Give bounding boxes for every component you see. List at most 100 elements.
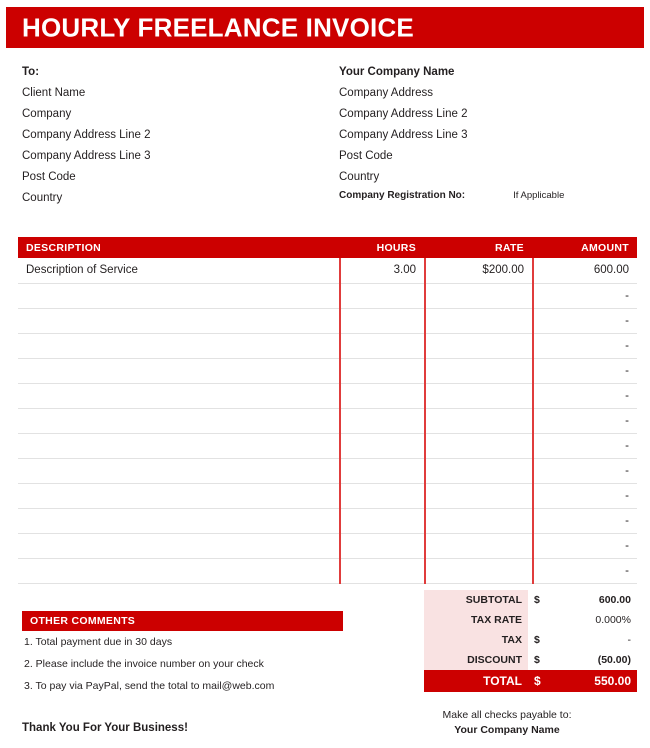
- bill-to-line: Client Name: [22, 87, 86, 99]
- tax-rate-label: TAX RATE: [424, 610, 528, 630]
- cell-hours[interactable]: [339, 358, 425, 384]
- tax-value: -: [554, 630, 637, 650]
- cell-description[interactable]: [18, 483, 340, 509]
- table-row[interactable]: -: [18, 358, 637, 384]
- cell-rate[interactable]: $200.00: [424, 258, 533, 284]
- comment-line: 3. To pay via PayPal, send the total to …: [24, 680, 275, 692]
- cell-rate[interactable]: [424, 483, 533, 509]
- company-registration-value: If Applicable: [513, 190, 565, 201]
- tax-rate-currency: [528, 610, 554, 630]
- comment-line: 1. Total payment due in 30 days: [24, 636, 173, 648]
- cell-rate[interactable]: [424, 383, 533, 409]
- cell-rate[interactable]: [424, 408, 533, 434]
- bill-to-line: Post Code: [22, 171, 76, 183]
- other-comments-section: OTHER COMMENTS 1. Total payment due in 3…: [22, 611, 343, 697]
- table-row[interactable]: -: [18, 333, 637, 359]
- cell-amount[interactable]: -: [532, 308, 637, 334]
- cell-amount[interactable]: -: [532, 408, 637, 434]
- total-currency: $: [528, 670, 554, 692]
- cell-rate[interactable]: [424, 283, 533, 309]
- cell-amount[interactable]: -: [532, 333, 637, 359]
- tax-label: TAX: [424, 630, 528, 650]
- comment-line: 2. Please include the invoice number on …: [24, 658, 264, 670]
- cell-amount[interactable]: -: [532, 433, 637, 459]
- cell-hours[interactable]: 3.00: [339, 258, 425, 284]
- cell-rate[interactable]: [424, 358, 533, 384]
- cell-rate[interactable]: [424, 558, 533, 584]
- table-row[interactable]: -: [18, 458, 637, 484]
- cell-hours[interactable]: [339, 408, 425, 434]
- cell-rate[interactable]: [424, 533, 533, 559]
- cell-amount[interactable]: -: [532, 533, 637, 559]
- column-header-hours: HOURS: [339, 237, 425, 258]
- cell-hours[interactable]: [339, 458, 425, 484]
- subtotal-currency: $: [528, 590, 554, 610]
- bill-to-line: Company Address Line 2: [22, 129, 151, 141]
- cell-amount[interactable]: -: [532, 383, 637, 409]
- table-row[interactable]: -: [18, 558, 637, 584]
- totals-row-tax: TAX $ -: [424, 630, 637, 650]
- column-header-amount: AMOUNT: [532, 237, 637, 258]
- table-row[interactable]: -: [18, 508, 637, 534]
- cell-hours[interactable]: [339, 508, 425, 534]
- cell-description[interactable]: Description of Service: [18, 258, 340, 284]
- bill-to-line: Country: [22, 192, 63, 204]
- subtotal-label: SUBTOTAL: [424, 590, 528, 610]
- totals-row-subtotal: SUBTOTAL $ 600.00: [424, 590, 637, 610]
- totals-table: SUBTOTAL $ 600.00 TAX RATE 0.000% TAX $ …: [424, 590, 637, 692]
- invoice-items-table: DESCRIPTION HOURS RATE AMOUNT Descriptio…: [18, 237, 637, 584]
- cell-hours[interactable]: [339, 283, 425, 309]
- cell-hours[interactable]: [339, 308, 425, 334]
- cell-hours[interactable]: [339, 383, 425, 409]
- cell-rate[interactable]: [424, 333, 533, 359]
- column-header-rate: RATE: [424, 237, 533, 258]
- cell-amount[interactable]: -: [532, 358, 637, 384]
- cell-description[interactable]: [18, 408, 340, 434]
- thank-you-message: Thank You For Your Business!: [22, 722, 188, 734]
- cell-description[interactable]: [18, 358, 340, 384]
- company-address-line: Company Address Line 3: [339, 129, 468, 141]
- table-row[interactable]: -: [18, 283, 637, 309]
- cell-description[interactable]: [18, 508, 340, 534]
- cell-hours[interactable]: [339, 433, 425, 459]
- cell-hours[interactable]: [339, 483, 425, 509]
- table-row[interactable]: -: [18, 408, 637, 434]
- cell-hours[interactable]: [339, 533, 425, 559]
- payable-company-name: Your Company Name: [454, 724, 560, 736]
- payable-block: Make all checks payable to: Your Company…: [377, 708, 637, 738]
- discount-value: (50.00): [554, 650, 637, 670]
- cell-description[interactable]: [18, 383, 340, 409]
- table-row[interactable]: -: [18, 483, 637, 509]
- total-value: 550.00: [554, 670, 637, 692]
- cell-description[interactable]: [18, 558, 340, 584]
- cell-amount[interactable]: -: [532, 508, 637, 534]
- cell-amount[interactable]: 600.00: [532, 258, 637, 284]
- table-header-row: DESCRIPTION HOURS RATE AMOUNT: [18, 237, 637, 258]
- table-row[interactable]: Description of Service 3.00 $200.00 600.00: [18, 258, 637, 284]
- cell-rate[interactable]: [424, 458, 533, 484]
- table-row[interactable]: -: [18, 533, 637, 559]
- cell-rate[interactable]: [424, 433, 533, 459]
- bill-to-block: To: Client Name Company Company Address …: [22, 62, 322, 209]
- cell-amount[interactable]: -: [532, 558, 637, 584]
- cell-description[interactable]: [18, 533, 340, 559]
- cell-description[interactable]: [18, 283, 340, 309]
- cell-hours[interactable]: [339, 558, 425, 584]
- tax-rate-value: 0.000%: [554, 610, 637, 630]
- cell-description[interactable]: [18, 433, 340, 459]
- cell-description[interactable]: [18, 308, 340, 334]
- bill-to-heading: To:: [22, 66, 40, 78]
- table-row[interactable]: -: [18, 308, 637, 334]
- cell-description[interactable]: [18, 458, 340, 484]
- other-comments-heading: OTHER COMMENTS: [22, 611, 343, 631]
- cell-amount[interactable]: -: [532, 283, 637, 309]
- cell-hours[interactable]: [339, 333, 425, 359]
- cell-description[interactable]: [18, 333, 340, 359]
- table-row[interactable]: -: [18, 433, 637, 459]
- cell-amount[interactable]: -: [532, 458, 637, 484]
- cell-rate[interactable]: [424, 308, 533, 334]
- totals-row-tax-rate: TAX RATE 0.000%: [424, 610, 637, 630]
- cell-rate[interactable]: [424, 508, 533, 534]
- table-row[interactable]: -: [18, 383, 637, 409]
- cell-amount[interactable]: -: [532, 483, 637, 509]
